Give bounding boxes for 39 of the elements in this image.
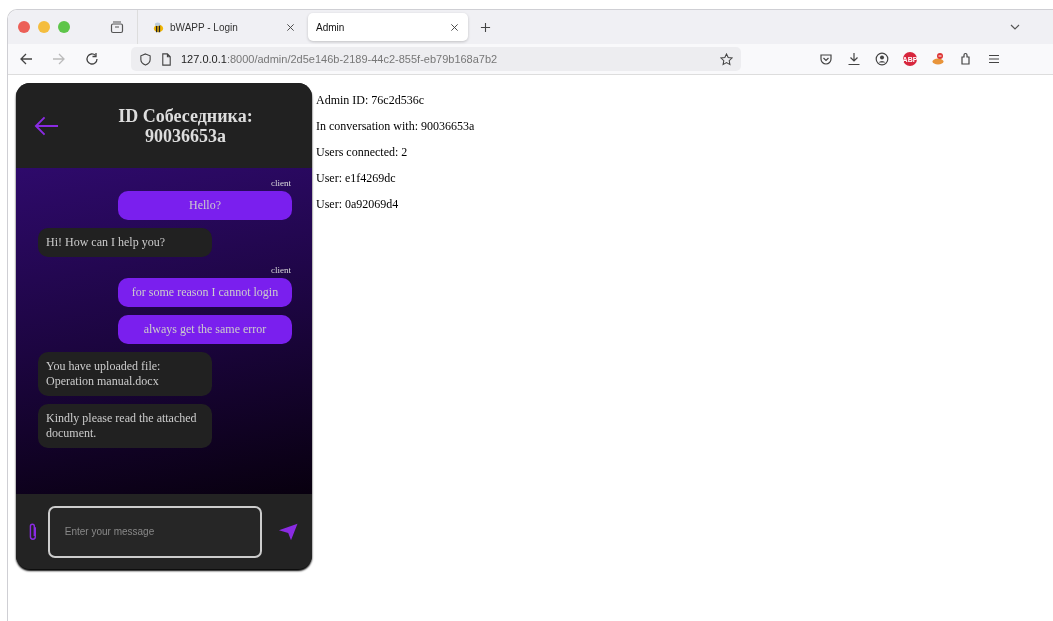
account-icon[interactable] — [875, 52, 889, 66]
close-window-button[interactable] — [18, 21, 30, 33]
back-arrow-icon[interactable] — [34, 115, 59, 136]
info-text: Admin ID: 76c2d536c — [316, 93, 425, 107]
close-tab-icon[interactable] — [449, 21, 460, 33]
back-icon[interactable] — [19, 52, 33, 66]
sent-message: always get the same error — [118, 315, 292, 344]
menu-icon[interactable] — [987, 52, 1001, 66]
received-message: Kindly please read the attached document. — [38, 404, 212, 448]
message-input[interactable]: Enter your message — [47, 505, 262, 558]
sent-message: Hello? — [118, 191, 292, 220]
info-text: User: e1f4269dc — [316, 171, 397, 185]
shield-icon[interactable] — [139, 52, 152, 66]
page-icon — [160, 52, 173, 66]
browser-tab[interactable]: Admin — [308, 13, 468, 41]
url-text[interactable]: 127.0.0.1:8000/admin/2d5e146b-2189-44c2-855f-eb79b168a7b2 — [181, 53, 498, 65]
browser-tab[interactable]: bWAPP - Login — [144, 13, 304, 41]
chat-title: ID Собеседника: 90036653a — [117, 105, 254, 146]
bee-icon — [152, 20, 165, 34]
pocket-icon[interactable] — [819, 52, 833, 66]
address-bar[interactable]: 127.0.0.1:8000/admin/2d5e146b-2189-44c2-855f-eb79b168a7b2 — [131, 47, 741, 71]
extension-icon[interactable] — [931, 52, 945, 66]
paperclip-icon[interactable] — [28, 521, 38, 542]
info-text: In conversation with: 90036653a — [316, 119, 475, 133]
download-icon[interactable] — [847, 52, 861, 66]
info-text: User: 0a92069d4 — [316, 197, 400, 211]
close-tab-icon[interactable] — [285, 21, 296, 33]
new-tab-icon[interactable] — [480, 21, 491, 33]
sender-label: client — [271, 265, 291, 275]
star-icon[interactable] — [720, 52, 733, 66]
tab-list-icon[interactable] — [110, 20, 124, 34]
received-message: Hi! How can I help you? — [38, 228, 212, 257]
puzzle-icon[interactable] — [959, 52, 973, 66]
received-message: You have uploaded file: Operation manual.docx — [38, 352, 212, 396]
info-text: Users connected: 2 — [316, 145, 409, 159]
sent-message: for some reason I cannot login — [118, 278, 292, 307]
send-icon[interactable] — [277, 521, 298, 542]
reload-icon[interactable] — [85, 52, 99, 66]
sender-label: client — [271, 178, 291, 188]
